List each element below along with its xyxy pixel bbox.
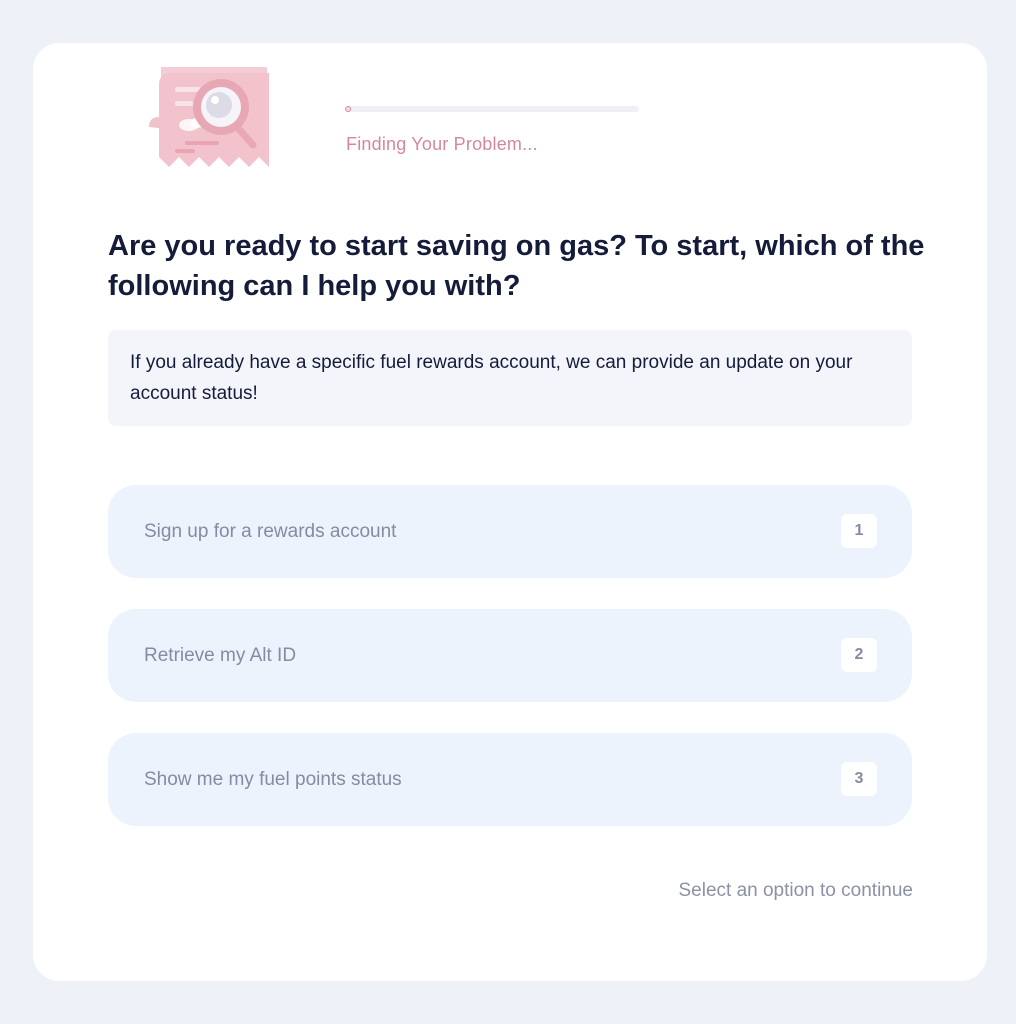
chat-card: Finding Your Problem... Are you ready to… <box>33 43 987 981</box>
option-sign-up[interactable]: Sign up for a rewards account 1 <box>108 485 912 578</box>
question-heading: Are you ready to start saving on gas? To… <box>108 230 925 302</box>
receipt-magnifier-icon <box>145 63 275 175</box>
option-label: Sign up for a rewards account <box>144 521 397 542</box>
option-fuel-points-status[interactable]: Show me my fuel points status 3 <box>108 733 912 826</box>
continue-hint: Select an option to continue <box>678 880 913 901</box>
option-key-badge: 1 <box>841 514 877 548</box>
option-key-badge: 3 <box>841 762 877 796</box>
progress-bar <box>345 106 639 112</box>
progress-bar-fill <box>345 106 351 112</box>
option-list: Sign up for a rewards account 1 Retrieve… <box>108 485 912 857</box>
option-key-badge: 2 <box>841 638 877 672</box>
option-label: Show me my fuel points status <box>144 769 402 790</box>
option-label: Retrieve my Alt ID <box>144 645 297 666</box>
info-message: If you already have a specific fuel rewa… <box>108 330 912 426</box>
progress-label: Finding Your Problem... <box>346 134 538 154</box>
option-retrieve-alt-id[interactable]: Retrieve my Alt ID 2 <box>108 609 912 702</box>
